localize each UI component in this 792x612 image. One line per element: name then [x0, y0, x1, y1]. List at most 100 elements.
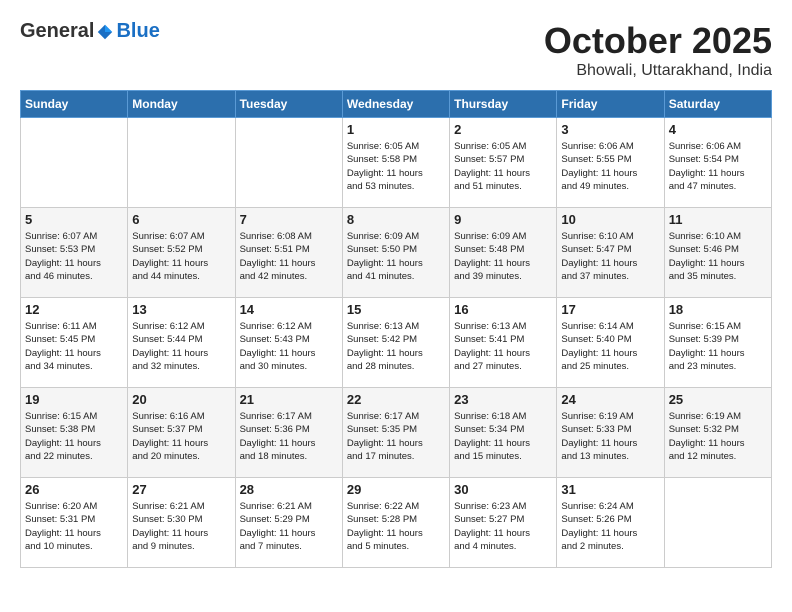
- calendar-cell: 21Sunrise: 6:17 AM Sunset: 5:36 PM Dayli…: [235, 388, 342, 478]
- location-title: Bhowali, Uttarakhand, India: [544, 62, 772, 80]
- calendar-cell: 22 Sunrise: 6:17 AM Sunset: 5:35 PM Dayli…: [342, 388, 449, 478]
- calendar-cell: 4 Sunrise: 6:06 AM Sunset: 5:54 PM Daylig…: [664, 118, 771, 208]
- calendar-cell: 25 Sunrise: 6:19 AM Sunset: 5:32 PM Dayli…: [664, 388, 771, 478]
- day-info: Sunrise: 6:08 AM Sunset: 5:51 PM Dayligh…: [240, 230, 338, 283]
- calendar-cell: 28Sunrise: 6:21 AM Sunset: 5:29 PM Dayli…: [235, 478, 342, 568]
- calendar-cell: 6Sunrise: 6:07 AM Sunset: 5:52 PM Daylig…: [128, 208, 235, 298]
- weekday-header-thursday: Thursday: [450, 91, 557, 118]
- weekday-header-sunday: Sunday: [21, 91, 128, 118]
- day-number: 27: [132, 482, 230, 497]
- calendar-cell: 27 Sunrise: 6:21 AM Sunset: 5:30 PM Dayli…: [128, 478, 235, 568]
- logo-general: General: [20, 20, 94, 43]
- day-number: 25: [669, 392, 767, 407]
- weekday-header-wednesday: Wednesday: [342, 91, 449, 118]
- calendar-cell: [128, 118, 235, 208]
- day-number: 26: [25, 482, 123, 497]
- day-info: Sunrise: 6:21 AM Sunset: 5:30 PM Dayligh…: [132, 500, 230, 553]
- day-info: Sunrise: 6:17 AM Sunset: 5:35 PM Dayligh…: [347, 410, 445, 463]
- logo-blue: Blue: [116, 20, 159, 43]
- day-info: Sunrise: 6:13 AM Sunset: 5:42 PM Dayligh…: [347, 320, 445, 373]
- day-number: 13: [132, 302, 230, 317]
- day-info: Sunrise: 6:12 AM Sunset: 5:43 PM Dayligh…: [240, 320, 338, 373]
- calendar-week-1: 1Sunrise: 6:05 AM Sunset: 5:58 PM Daylig…: [21, 118, 772, 208]
- calendar-body: 1Sunrise: 6:05 AM Sunset: 5:58 PM Daylig…: [21, 118, 772, 568]
- day-info: Sunrise: 6:13 AM Sunset: 5:41 PM Dayligh…: [454, 320, 552, 373]
- day-info: Sunrise: 6:12 AM Sunset: 5:44 PM Dayligh…: [132, 320, 230, 373]
- day-info: Sunrise: 6:19 AM Sunset: 5:32 PM Dayligh…: [669, 410, 767, 463]
- calendar-table: SundayMondayTuesdayWednesdayThursdayFrid…: [20, 90, 772, 568]
- logo-icon: [96, 23, 114, 41]
- day-info: Sunrise: 6:10 AM Sunset: 5:46 PM Dayligh…: [669, 230, 767, 283]
- day-info: Sunrise: 6:14 AM Sunset: 5:40 PM Dayligh…: [561, 320, 659, 373]
- calendar-cell: 9 Sunrise: 6:09 AM Sunset: 5:48 PM Daylig…: [450, 208, 557, 298]
- day-info: Sunrise: 6:05 AM Sunset: 5:58 PM Dayligh…: [347, 140, 445, 193]
- calendar-cell: [664, 478, 771, 568]
- calendar-cell: 12 Sunrise: 6:11 AM Sunset: 5:45 PM Dayli…: [21, 298, 128, 388]
- day-number: 12: [25, 302, 123, 317]
- calendar-cell: 30Sunrise: 6:23 AM Sunset: 5:27 PM Dayli…: [450, 478, 557, 568]
- day-number: 9: [454, 212, 552, 227]
- logo: General Blue: [20, 20, 160, 43]
- day-number: 24: [561, 392, 659, 407]
- day-info: Sunrise: 6:11 AM Sunset: 5:45 PM Dayligh…: [25, 320, 123, 373]
- calendar-cell: [21, 118, 128, 208]
- day-number: 21: [240, 392, 338, 407]
- day-info: Sunrise: 6:16 AM Sunset: 5:37 PM Dayligh…: [132, 410, 230, 463]
- day-info: Sunrise: 6:23 AM Sunset: 5:27 PM Dayligh…: [454, 500, 552, 553]
- calendar-cell: 20Sunrise: 6:16 AM Sunset: 5:37 PM Dayli…: [128, 388, 235, 478]
- day-info: Sunrise: 6:10 AM Sunset: 5:47 PM Dayligh…: [561, 230, 659, 283]
- day-number: 18: [669, 302, 767, 317]
- calendar-week-5: 26Sunrise: 6:20 AM Sunset: 5:31 PM Dayli…: [21, 478, 772, 568]
- day-info: Sunrise: 6:09 AM Sunset: 5:50 PM Dayligh…: [347, 230, 445, 283]
- day-number: 19: [25, 392, 123, 407]
- day-info: Sunrise: 6:07 AM Sunset: 5:53 PM Dayligh…: [25, 230, 123, 283]
- weekday-header-monday: Monday: [128, 91, 235, 118]
- calendar-cell: 13 Sunrise: 6:12 AM Sunset: 5:44 PM Dayli…: [128, 298, 235, 388]
- calendar-week-3: 12 Sunrise: 6:11 AM Sunset: 5:45 PM Dayli…: [21, 298, 772, 388]
- day-info: Sunrise: 6:22 AM Sunset: 5:28 PM Dayligh…: [347, 500, 445, 553]
- day-number: 15: [347, 302, 445, 317]
- calendar-cell: 2 Sunrise: 6:05 AM Sunset: 5:57 PM Daylig…: [450, 118, 557, 208]
- title-block: October 2025 Bhowali, Uttarakhand, India: [544, 20, 772, 80]
- calendar-week-4: 19Sunrise: 6:15 AM Sunset: 5:38 PM Dayli…: [21, 388, 772, 478]
- day-info: Sunrise: 6:05 AM Sunset: 5:57 PM Dayligh…: [454, 140, 552, 193]
- calendar-cell: 11 Sunrise: 6:10 AM Sunset: 5:46 PM Dayli…: [664, 208, 771, 298]
- day-number: 7: [240, 212, 338, 227]
- calendar-cell: 10 Sunrise: 6:10 AM Sunset: 5:47 PM Dayli…: [557, 208, 664, 298]
- calendar-cell: 18Sunrise: 6:15 AM Sunset: 5:39 PM Dayli…: [664, 298, 771, 388]
- calendar-cell: 31 Sunrise: 6:24 AM Sunset: 5:26 PM Dayli…: [557, 478, 664, 568]
- calendar-cell: 16Sunrise: 6:13 AM Sunset: 5:41 PM Dayli…: [450, 298, 557, 388]
- weekday-header-saturday: Saturday: [664, 91, 771, 118]
- day-info: Sunrise: 6:18 AM Sunset: 5:34 PM Dayligh…: [454, 410, 552, 463]
- calendar-cell: 15 Sunrise: 6:13 AM Sunset: 5:42 PM Dayli…: [342, 298, 449, 388]
- day-number: 10: [561, 212, 659, 227]
- calendar-cell: 23Sunrise: 6:18 AM Sunset: 5:34 PM Dayli…: [450, 388, 557, 478]
- day-number: 11: [669, 212, 767, 227]
- day-info: Sunrise: 6:19 AM Sunset: 5:33 PM Dayligh…: [561, 410, 659, 463]
- calendar-cell: 14 Sunrise: 6:12 AM Sunset: 5:43 PM Dayli…: [235, 298, 342, 388]
- calendar-cell: 7 Sunrise: 6:08 AM Sunset: 5:51 PM Daylig…: [235, 208, 342, 298]
- calendar-cell: 3Sunrise: 6:06 AM Sunset: 5:55 PM Daylig…: [557, 118, 664, 208]
- calendar-cell: [235, 118, 342, 208]
- calendar-cell: 29 Sunrise: 6:22 AM Sunset: 5:28 PM Dayli…: [342, 478, 449, 568]
- day-number: 4: [669, 122, 767, 137]
- weekday-header-friday: Friday: [557, 91, 664, 118]
- day-number: 5: [25, 212, 123, 227]
- day-number: 31: [561, 482, 659, 497]
- day-number: 8: [347, 212, 445, 227]
- calendar-cell: 26Sunrise: 6:20 AM Sunset: 5:31 PM Dayli…: [21, 478, 128, 568]
- day-number: 14: [240, 302, 338, 317]
- day-number: 29: [347, 482, 445, 497]
- day-number: 22: [347, 392, 445, 407]
- page-header: General Blue October 2025 Bhowali, Uttar…: [20, 20, 772, 80]
- day-info: Sunrise: 6:06 AM Sunset: 5:54 PM Dayligh…: [669, 140, 767, 193]
- day-info: Sunrise: 6:09 AM Sunset: 5:48 PM Dayligh…: [454, 230, 552, 283]
- calendar-cell: 24 Sunrise: 6:19 AM Sunset: 5:33 PM Dayli…: [557, 388, 664, 478]
- calendar-cell: 8 Sunrise: 6:09 AM Sunset: 5:50 PM Daylig…: [342, 208, 449, 298]
- weekday-header-tuesday: Tuesday: [235, 91, 342, 118]
- day-number: 2: [454, 122, 552, 137]
- calendar-cell: 5 Sunrise: 6:07 AM Sunset: 5:53 PM Daylig…: [21, 208, 128, 298]
- day-number: 3: [561, 122, 659, 137]
- day-info: Sunrise: 6:07 AM Sunset: 5:52 PM Dayligh…: [132, 230, 230, 283]
- day-info: Sunrise: 6:24 AM Sunset: 5:26 PM Dayligh…: [561, 500, 659, 553]
